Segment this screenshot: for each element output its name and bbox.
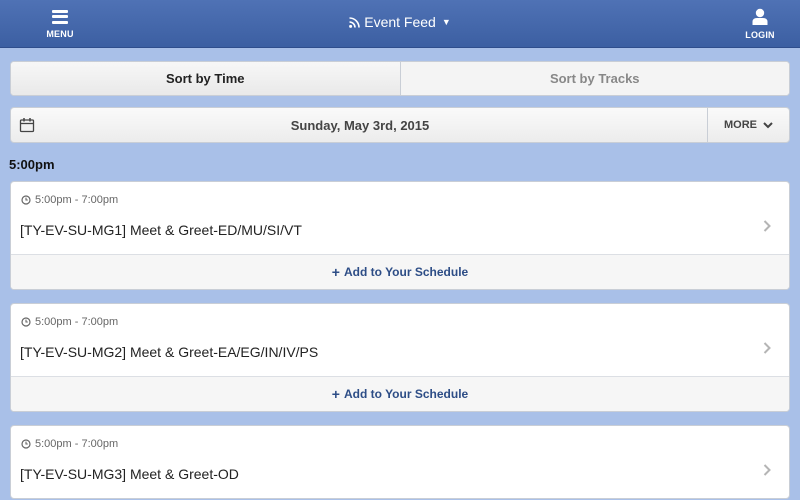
add-to-schedule-button[interactable]: + Add to Your Schedule — [11, 376, 789, 411]
login-button[interactable]: LOGIN — [740, 0, 780, 48]
clock-icon — [21, 439, 31, 449]
event-title: [TY-EV-SU-MG2] Meet & Greet-EA/EG/IN/IV/… — [20, 344, 319, 360]
add-to-schedule-label: Add to Your Schedule — [343, 265, 469, 279]
chevron-right-icon — [763, 220, 771, 232]
sort-by-time-tab[interactable]: Sort by Time — [11, 62, 400, 95]
page-title: Event Feed — [364, 14, 436, 30]
event-title: [TY-EV-SU-MG1] Meet & Greet-ED/MU/SI/VT — [20, 222, 302, 238]
event-feed-dropdown[interactable]: Event Feed ▼ — [0, 14, 800, 30]
event-time-text: 5:00pm - 7:00pm — [35, 194, 119, 206]
selected-date[interactable]: Sunday, May 3rd, 2015 — [11, 118, 709, 133]
chevron-right-icon — [763, 342, 771, 354]
event-card: 5:00pm - 7:00pm [TY-EV-SU-MG1] Meet & Gr… — [10, 181, 790, 290]
plus-icon: + — [331, 386, 340, 402]
event-title: [TY-EV-SU-MG3] Meet & Greet-OD — [20, 466, 239, 482]
menu-label: MENU — [46, 28, 74, 39]
sort-toggle: Sort by Time Sort by Tracks — [10, 61, 790, 96]
sort-by-tracks-tab[interactable]: Sort by Tracks — [399, 62, 789, 95]
event-item[interactable]: 5:00pm - 7:00pm [TY-EV-SU-MG1] Meet & Gr… — [11, 182, 789, 254]
time-group-header: 5:00pm — [9, 157, 55, 172]
top-nav-bar: MENU Event Feed ▼ LOGIN — [0, 0, 800, 48]
add-to-schedule-button[interactable]: + Add to Your Schedule — [11, 254, 789, 289]
event-item[interactable]: 5:00pm - 7:00pm [TY-EV-SU-MG2] Meet & Gr… — [11, 304, 789, 376]
event-time-text: 5:00pm - 7:00pm — [35, 438, 119, 450]
caret-down-icon: ▼ — [441, 17, 451, 27]
login-label: LOGIN — [745, 30, 775, 40]
date-selector: Sunday, May 3rd, 2015 MORE — [10, 107, 790, 143]
chevron-down-icon — [763, 121, 773, 128]
more-button[interactable]: MORE — [707, 108, 789, 142]
event-time: 5:00pm - 7:00pm — [21, 316, 118, 328]
user-icon — [752, 8, 768, 25]
clock-icon — [21, 317, 31, 327]
event-card: 5:00pm - 7:00pm [TY-EV-SU-MG3] Meet & Gr… — [10, 425, 790, 499]
event-time: 5:00pm - 7:00pm — [21, 438, 118, 450]
event-card: 5:00pm - 7:00pm [TY-EV-SU-MG2] Meet & Gr… — [10, 303, 790, 412]
event-time: 5:00pm - 7:00pm — [21, 194, 118, 206]
event-time-text: 5:00pm - 7:00pm — [35, 316, 119, 328]
add-to-schedule-label: Add to Your Schedule — [343, 387, 469, 401]
chevron-right-icon — [763, 464, 771, 476]
plus-icon: + — [331, 264, 340, 280]
event-item[interactable]: 5:00pm - 7:00pm [TY-EV-SU-MG3] Meet & Gr… — [11, 426, 789, 498]
clock-icon — [21, 195, 31, 205]
more-label: MORE — [724, 119, 757, 131]
rss-icon — [349, 16, 361, 28]
